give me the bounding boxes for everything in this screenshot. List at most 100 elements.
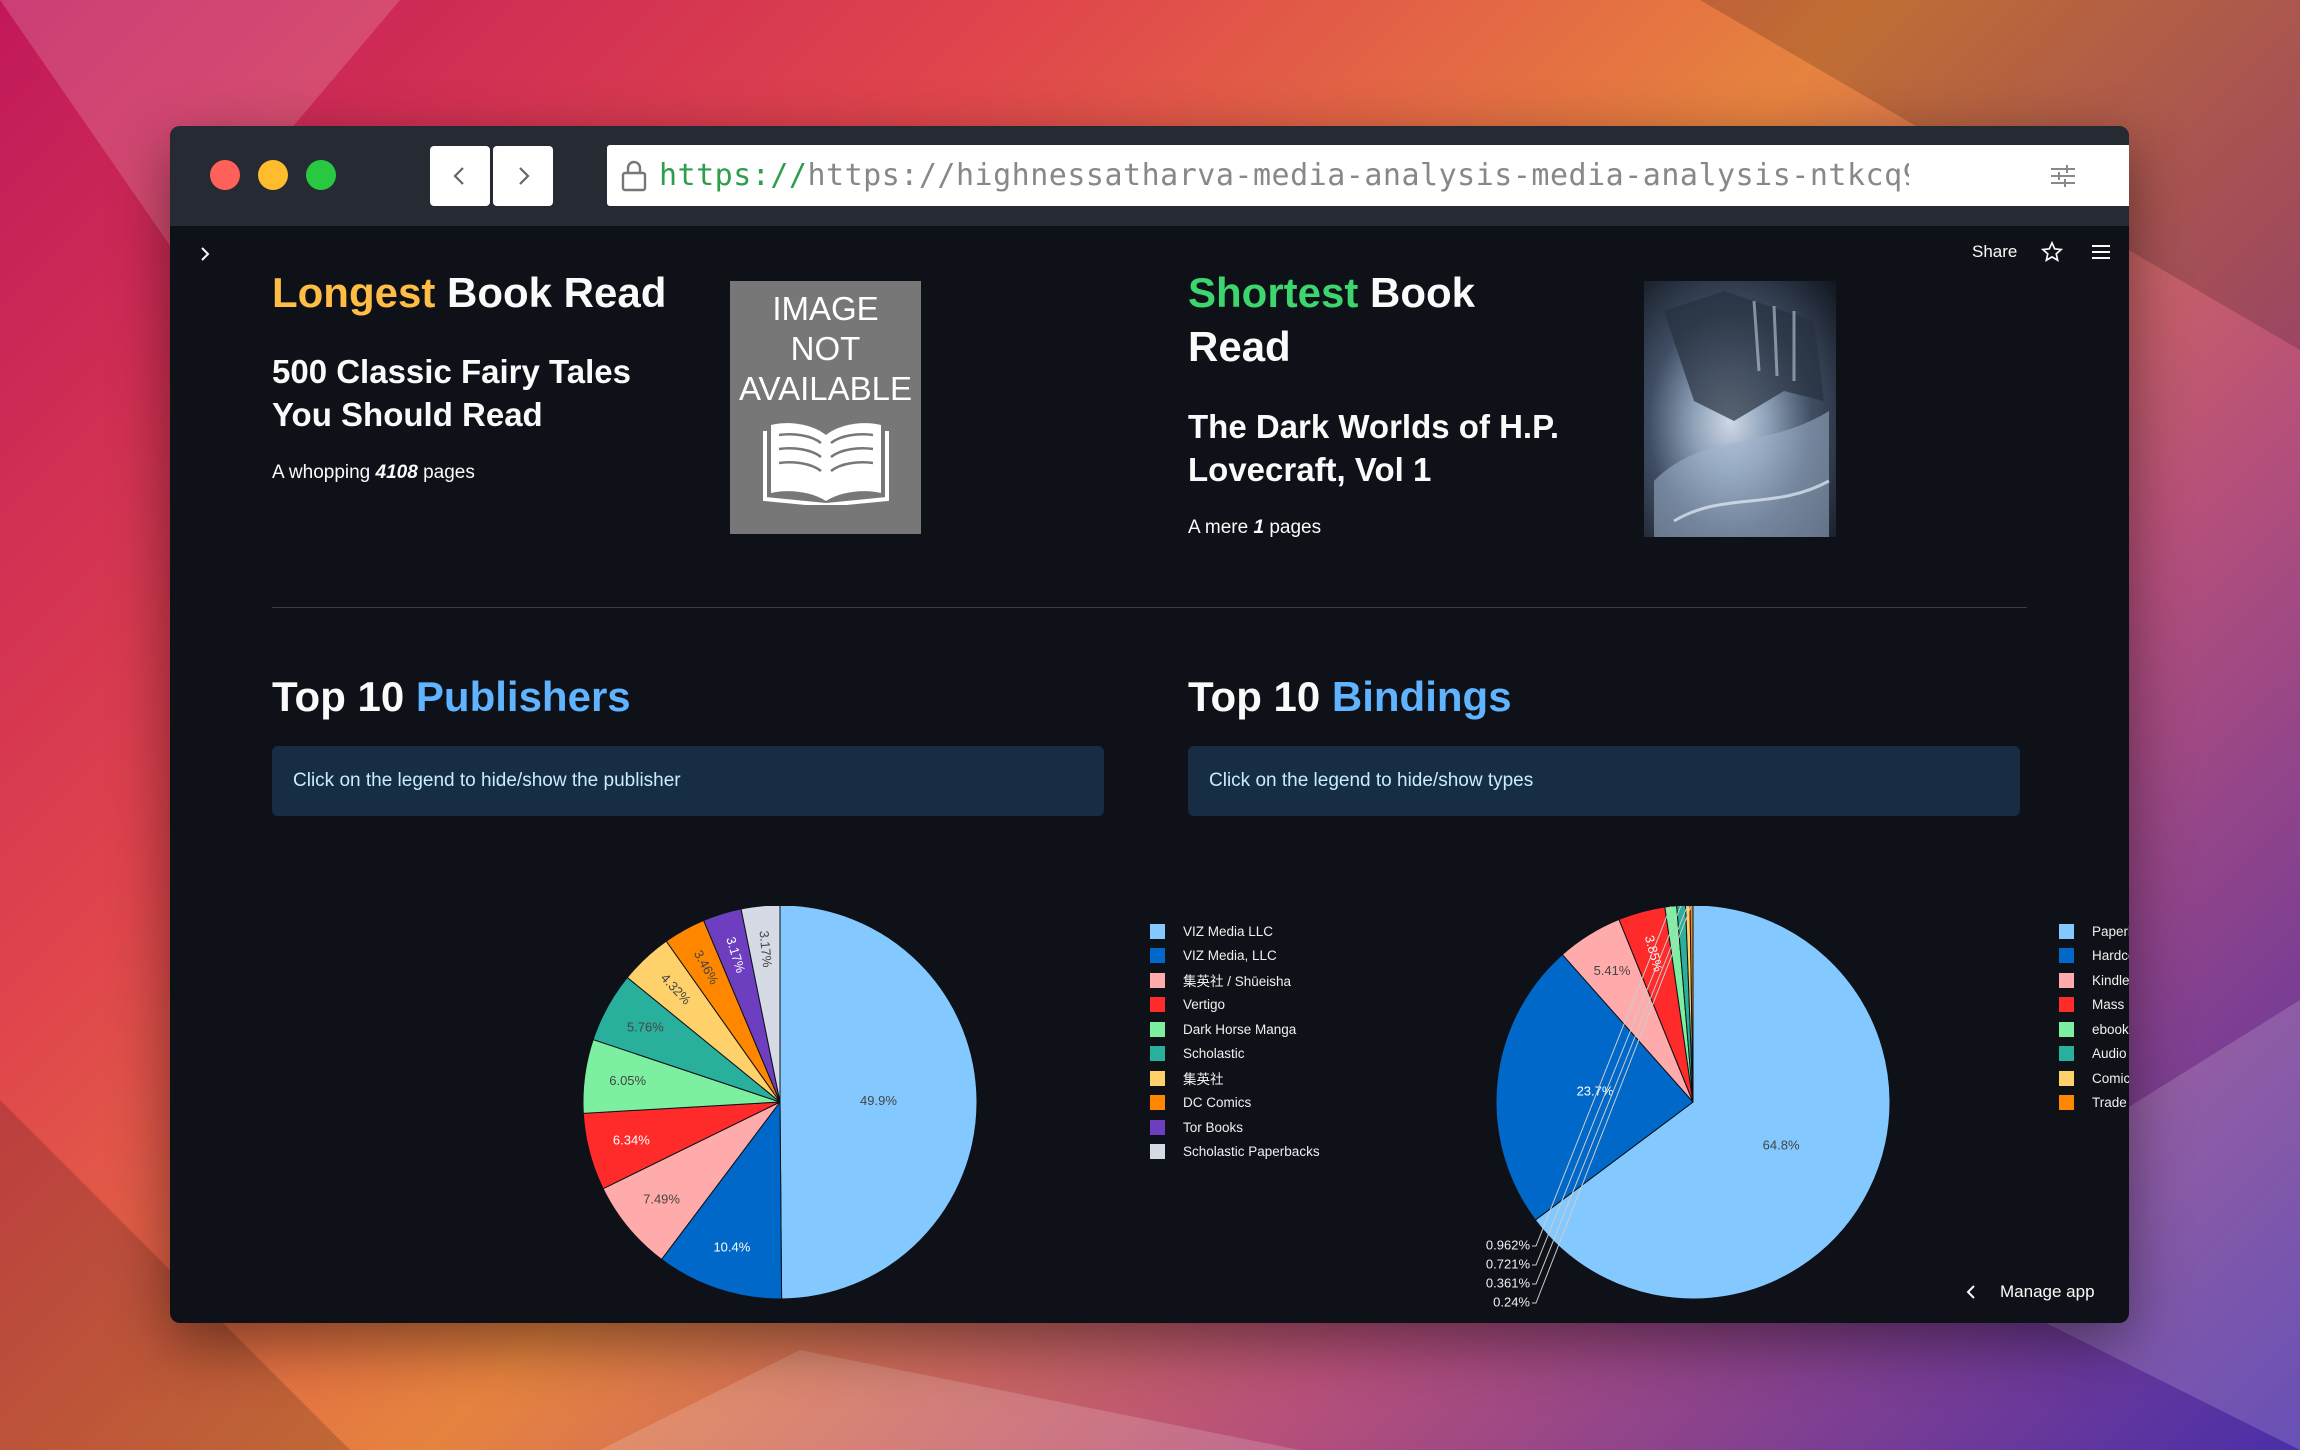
publishers-heading-prefix: Top 10 <box>272 673 416 720</box>
publishers-pie-chart: 49.9%10.4%7.49%6.34%6.05%5.76%4.32%3.46%… <box>582 906 978 1300</box>
legend-swatch <box>2059 1021 2074 1037</box>
legend-label: Tor Books <box>1183 1119 1244 1135</box>
settings-button[interactable] <box>2032 145 2093 206</box>
open-book-icon <box>762 423 889 508</box>
shortest-caption-prefix: A mere <box>1188 517 1254 538</box>
legend-swatch <box>1150 948 1165 964</box>
legend-label: Audio CD <box>2092 1046 2129 1062</box>
legend-swatch <box>1150 997 1165 1013</box>
legend-item[interactable]: Comics <box>2059 1066 2129 1091</box>
legend-item[interactable]: VIZ Media LLC <box>1150 919 1320 944</box>
legend-item[interactable]: Scholastic Paperbacks <box>1150 1140 1320 1165</box>
bindings-legend: Paperback Hardcover Kindle Edition Mass Mar… <box>2059 919 2129 1115</box>
share-button[interactable]: Share <box>1972 242 2017 262</box>
lock-icon <box>621 160 647 191</box>
legend-label: Scholastic Paperbacks <box>1183 1144 1320 1160</box>
bindings-heading: Top 10 Bindings <box>1188 670 1512 724</box>
close-window-button[interactable] <box>210 160 240 190</box>
longest-caption-suffix: pages <box>417 462 475 483</box>
pie-slice-label: 5.76% <box>627 1019 664 1034</box>
longest-book-heading: Longest Book Read <box>272 266 666 320</box>
legend-label: Vertigo <box>1183 997 1226 1013</box>
legend-swatch <box>1150 1070 1165 1086</box>
longest-page-count: 4108 <box>375 462 418 483</box>
legend-item[interactable]: Kindle Edition <box>2059 968 2129 993</box>
legend-label: Kindle Edition <box>2092 972 2129 988</box>
legend-item[interactable]: Tor Books <box>1150 1115 1320 1140</box>
legend-label: Trade Paperback <box>2092 1095 2129 1111</box>
legend-label: ebook <box>2092 1021 2129 1037</box>
legend-item[interactable]: Mass Market Paperback <box>2059 993 2129 1018</box>
legend-swatch <box>1150 1021 1165 1037</box>
longest-heading-rest: Book Read <box>435 269 667 316</box>
legend-swatch <box>2059 1070 2074 1086</box>
legend-swatch <box>2059 1046 2074 1062</box>
legend-label: Hardcover <box>2092 948 2129 964</box>
chevron-left-icon <box>453 167 464 185</box>
browser-toolbar: https://https://highnessatharva-media-an… <box>170 126 2129 226</box>
cover-line-1: IMAGE <box>772 290 879 327</box>
section-divider <box>272 607 2027 608</box>
shortest-book-title: The Dark Worlds of H.P. Lovecraft, Vol 1 <box>1188 408 1560 488</box>
browser-window: https://https://highnessatharva-media-an… <box>170 126 2129 1323</box>
zoom-window-button[interactable] <box>306 160 336 190</box>
manage-app-button[interactable]: Manage app <box>2000 1282 2095 1302</box>
pie-slice-label: 0.361% <box>1486 1275 1531 1290</box>
legend-item[interactable]: DC Comics <box>1150 1091 1320 1116</box>
publishers-heading: Top 10 Publishers <box>272 670 631 724</box>
legend-label: Scholastic <box>1183 1046 1245 1062</box>
forward-button[interactable] <box>493 146 553 206</box>
chevron-right-icon <box>519 167 530 185</box>
longest-caption-prefix: A whopping <box>272 462 376 483</box>
legend-swatch <box>1150 1119 1165 1135</box>
legend-label: DC Comics <box>1183 1095 1252 1111</box>
minimize-window-button[interactable] <box>258 160 288 190</box>
legend-swatch <box>2059 1095 2074 1111</box>
shortest-accent: Shortest <box>1188 269 1359 316</box>
back-button[interactable] <box>430 146 490 206</box>
legend-swatch <box>1150 972 1165 988</box>
legend-item[interactable]: VIZ Media, LLC <box>1150 944 1320 969</box>
legend-item[interactable]: Audio CD <box>2059 1042 2129 1067</box>
legend-swatch <box>1150 1095 1165 1111</box>
publishers-heading-accent: Publishers <box>415 673 631 720</box>
legend-swatch <box>1150 1144 1165 1160</box>
star-icon[interactable] <box>2041 241 2063 263</box>
app-content: Share Longest Book Read 500 Classic Fair… <box>170 226 2129 1323</box>
pie-slice-label: 49.9% <box>860 1093 897 1108</box>
legend-item[interactable]: Paperback <box>2059 919 2129 944</box>
pie-slice-label: 5.41% <box>1594 963 1631 978</box>
legend-item[interactable]: Dark Horse Manga <box>1150 1017 1320 1042</box>
bindings-pie-chart: 64.8%23.7%5.41% 3.85%0.962%0.721%0.361%0.… <box>1486 906 1891 1309</box>
longest-book-caption: A whopping 4108 pages <box>272 462 475 484</box>
legend-item[interactable]: ebook <box>2059 1017 2129 1042</box>
legend-label: VIZ Media LLC <box>1183 923 1274 939</box>
legend-item[interactable]: Hardcover <box>2059 944 2129 969</box>
chevron-left-icon[interactable] <box>1962 1283 1980 1301</box>
longest-book-cover: IMAGE NOT AVAILABLE <box>730 281 921 534</box>
legend-item[interactable]: Scholastic <box>1150 1042 1320 1067</box>
menu-icon[interactable] <box>2090 241 2112 263</box>
shortest-book-heading: Shortest Book Read <box>1188 266 1508 374</box>
legend-swatch <box>1150 1046 1165 1062</box>
bindings-info-box: Click on the legend to hide/show types <box>1188 746 2020 816</box>
legend-swatch <box>2059 923 2074 939</box>
legend-item[interactable]: 集英社 / Shūeisha <box>1150 968 1320 993</box>
pie-slice-label: 6.05% <box>609 1073 646 1088</box>
legend-swatch <box>2059 948 2074 964</box>
publishers-legend: VIZ Media LLC VIZ Media, LLC 集英社 / Shūeish… <box>1150 919 1320 1164</box>
cover-artwork <box>1654 291 1830 537</box>
legend-item[interactable]: Trade Paperback <box>2059 1091 2129 1116</box>
legend-item[interactable]: 集英社 <box>1150 1066 1320 1091</box>
shortest-caption-suffix: pages <box>1264 517 1322 538</box>
legend-swatch <box>1150 923 1165 939</box>
sidebar-expand-icon[interactable] <box>195 244 215 264</box>
publishers-info-box: Click on the legend to hide/show the pub… <box>272 746 1104 816</box>
cover-line-2: NOT <box>790 330 861 367</box>
legend-label: VIZ Media, LLC <box>1183 948 1277 964</box>
legend-swatch <box>2059 997 2074 1013</box>
legend-label: Paperback <box>2092 923 2129 939</box>
address-bar[interactable]: https://https://highnessatharva-media-an… <box>607 145 2129 206</box>
legend-label: Comics <box>2092 1070 2129 1086</box>
legend-item[interactable]: Vertigo <box>1150 993 1320 1018</box>
